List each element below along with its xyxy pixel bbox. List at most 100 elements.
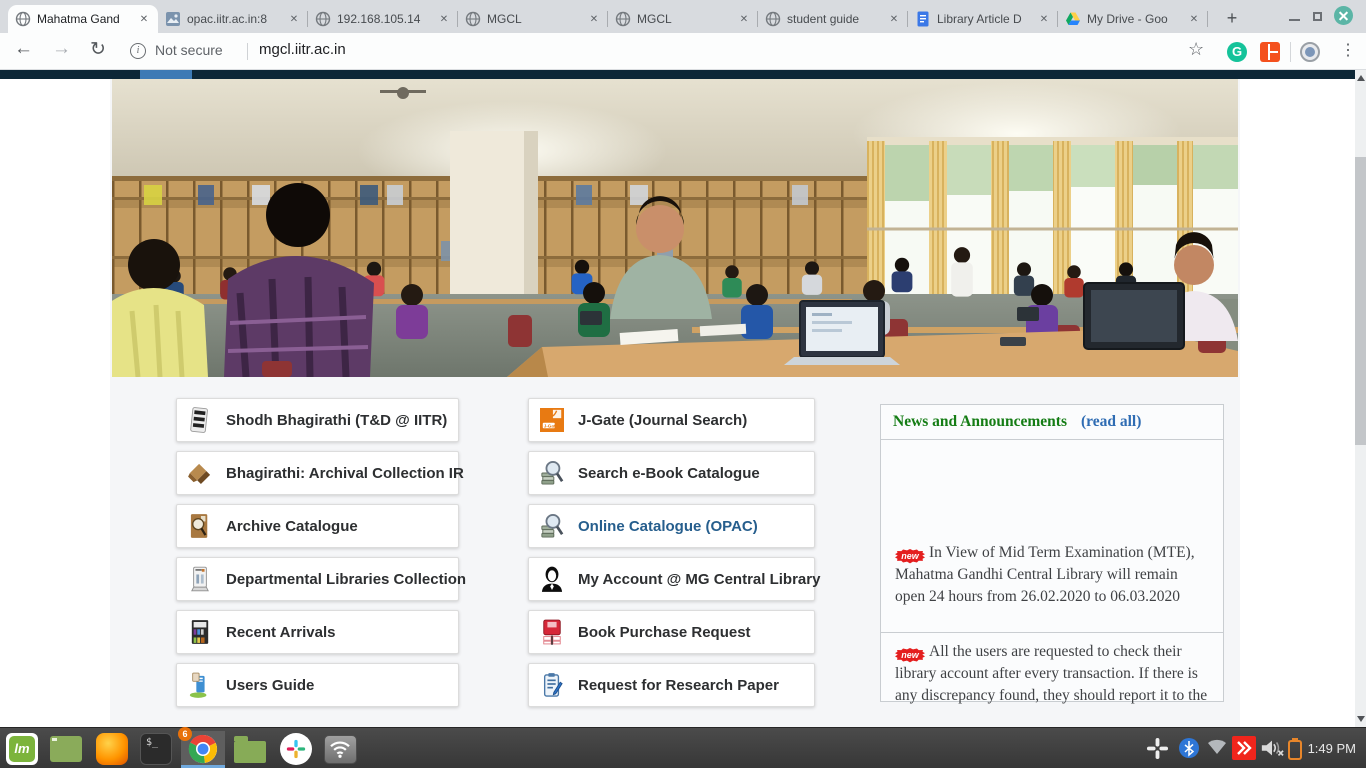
archive-search-icon: [187, 511, 213, 541]
show-desktop-button[interactable]: [48, 731, 84, 767]
link-card-opac[interactable]: Online Catalogue (OPAC): [528, 504, 815, 548]
tab-close-icon[interactable]: ✕: [887, 14, 901, 25]
web-page: Shodh Bhagirathi (T&D @ IITR) Bhagirathi…: [0, 70, 1366, 727]
scrollbar-thumb[interactable]: [1355, 157, 1366, 445]
tab-close-icon[interactable]: ✕: [437, 14, 451, 25]
globe-icon: [315, 11, 331, 27]
tab-mgcl-2[interactable]: MGCL ✕: [608, 5, 758, 33]
site-info-icon[interactable]: i: [130, 43, 146, 59]
address-bar-url[interactable]: mgcl.iitr.ac.in: [259, 41, 346, 58]
card-label: Online Catalogue (OPAC): [578, 518, 758, 535]
card-label: My Account @ MG Central Library: [578, 571, 820, 588]
taskbar: lm $_ 6: [0, 727, 1366, 768]
person-icon: [539, 564, 565, 594]
bluetooth-icon[interactable]: [1178, 737, 1200, 764]
tab-close-icon[interactable]: ✕: [137, 14, 151, 25]
back-icon[interactable]: ←: [14, 38, 33, 60]
news-read-all-link[interactable]: (read all): [1081, 413, 1141, 431]
mint-menu-button[interactable]: lm: [4, 731, 40, 767]
link-card-bhagirathi-archival[interactable]: Bhagirathi: Archival Collection IR: [176, 451, 459, 495]
tab-title: opac.iitr.ac.in:8: [187, 12, 282, 26]
tab-close-icon[interactable]: ✕: [287, 14, 301, 25]
tab-title: MGCL: [487, 12, 582, 26]
tab-close-icon[interactable]: ✕: [1187, 14, 1201, 25]
wifi-icon[interactable]: [1206, 737, 1228, 761]
link-card-recent-arrivals[interactable]: Recent Arrivals: [176, 610, 459, 654]
tab-opac[interactable]: opac.iitr.ac.in:8 ✕: [158, 5, 308, 33]
card-label: J-Gate (Journal Search): [578, 412, 747, 429]
news-header: News and Announcements (read all): [881, 405, 1223, 440]
tab-ip-address[interactable]: 192.168.105.14 ✕: [308, 5, 458, 33]
firefox-icon: [96, 733, 128, 765]
ribbon-icon: [187, 458, 213, 488]
clipboard-pencil-icon: [539, 670, 565, 700]
browser-tabstrip: Mahatma Gand ✕ opac.iitr.ac.in:8 ✕ 192.1…: [0, 0, 1366, 33]
link-card-my-account[interactable]: My Account @ MG Central Library: [528, 557, 815, 601]
svg-text:J-Gate: J-Gate: [544, 423, 559, 428]
new-tab-button[interactable]: +: [1218, 6, 1246, 30]
chrome-taskbar-button[interactable]: 6: [181, 731, 225, 767]
battery-icon[interactable]: [1288, 738, 1302, 765]
link-card-shodh-bhagirathi[interactable]: Shodh Bhagirathi (T&D @ IITR): [176, 398, 459, 442]
tab-close-icon[interactable]: ✕: [587, 14, 601, 25]
forward-icon[interactable]: →: [52, 38, 71, 60]
link-card-research-paper-request[interactable]: Request for Research Paper: [528, 663, 815, 707]
google-docs-icon: [915, 11, 931, 27]
site-navbar: [0, 70, 1355, 79]
show-desktop-icon: [50, 736, 82, 762]
tab-title: MGCL: [637, 12, 732, 26]
link-card-users-guide[interactable]: Users Guide: [176, 663, 459, 707]
link-card-search-ebook[interactable]: Search e-Book Catalogue: [528, 451, 815, 495]
reload-icon[interactable]: ↻: [90, 38, 106, 61]
volume-muted-icon[interactable]: [1260, 737, 1284, 764]
window-close-button[interactable]: [1334, 6, 1353, 25]
grammarly-icon[interactable]: G: [1227, 42, 1247, 62]
tab-title: student guide: [787, 12, 882, 26]
scrollbar-down-arrow-icon[interactable]: [1357, 716, 1365, 722]
bookshelf-icon: [187, 617, 213, 647]
card-label: Users Guide: [226, 677, 314, 694]
terminal-launcher[interactable]: $_: [138, 731, 174, 767]
tab-library-article[interactable]: Library Article D ✕: [908, 5, 1058, 33]
link-card-book-purchase[interactable]: Book Purchase Request: [528, 610, 815, 654]
page-scrollbar[interactable]: [1355, 70, 1366, 727]
kiosk-icon: [187, 564, 213, 594]
firefox-launcher[interactable]: [94, 731, 130, 767]
circle-badge-extension-icon[interactable]: [1300, 42, 1320, 62]
security-label[interactable]: Not secure: [155, 42, 223, 58]
site-navbar-active-item[interactable]: [140, 70, 192, 79]
globe-icon: [15, 11, 31, 27]
news-item: newIn View of Mid Term Examination (MTE)…: [881, 440, 1223, 633]
red-grid-extension-icon[interactable]: [1260, 42, 1280, 62]
tab-mahatma-gandhi-library[interactable]: Mahatma Gand ✕: [8, 5, 158, 33]
card-label: Request for Research Paper: [578, 677, 779, 694]
card-label: Search e-Book Catalogue: [578, 465, 760, 482]
chrome-tab-count-badge: 6: [178, 727, 192, 741]
card-label: Recent Arrivals: [226, 624, 336, 641]
tab-student-guide[interactable]: student guide ✕: [758, 5, 908, 33]
slack-tray-icon[interactable]: [1146, 737, 1169, 765]
tab-close-icon[interactable]: ✕: [737, 14, 751, 25]
bookmark-star-icon[interactable]: ☆: [1188, 39, 1204, 60]
tab-title: My Drive - Goo: [1087, 12, 1182, 26]
browser-menu-icon[interactable]: ⋮: [1340, 40, 1356, 60]
taskbar-clock[interactable]: 1:49 PM: [1308, 728, 1356, 768]
tab-close-icon[interactable]: ✕: [1037, 14, 1051, 25]
desktop-screen: Mahatma Gand ✕ opac.iitr.ac.in:8 ✕ 192.1…: [0, 0, 1366, 768]
files-icon: [234, 741, 266, 763]
files-launcher[interactable]: [232, 731, 268, 767]
scrollbar-up-arrow-icon[interactable]: [1357, 75, 1365, 81]
link-card-departmental-libraries[interactable]: Departmental Libraries Collection: [176, 557, 459, 601]
window-restore-button[interactable]: [1313, 12, 1322, 21]
tab-title: Mahatma Gand: [37, 12, 132, 26]
tab-my-drive[interactable]: My Drive - Goo ✕: [1058, 5, 1208, 33]
link-card-jgate[interactable]: J-Gate J-Gate (Journal Search): [528, 398, 815, 442]
window-minimize-button[interactable]: [1289, 19, 1300, 21]
news-panel: News and Announcements (read all) newIn …: [880, 404, 1224, 702]
link-card-archive-catalogue[interactable]: Archive Catalogue: [176, 504, 459, 548]
network-tool-launcher[interactable]: [322, 731, 358, 767]
anydesk-icon[interactable]: [1232, 736, 1256, 765]
slack-launcher[interactable]: [278, 731, 314, 767]
tab-mgcl-1[interactable]: MGCL ✕: [458, 5, 608, 33]
search-books-icon: [539, 458, 565, 488]
